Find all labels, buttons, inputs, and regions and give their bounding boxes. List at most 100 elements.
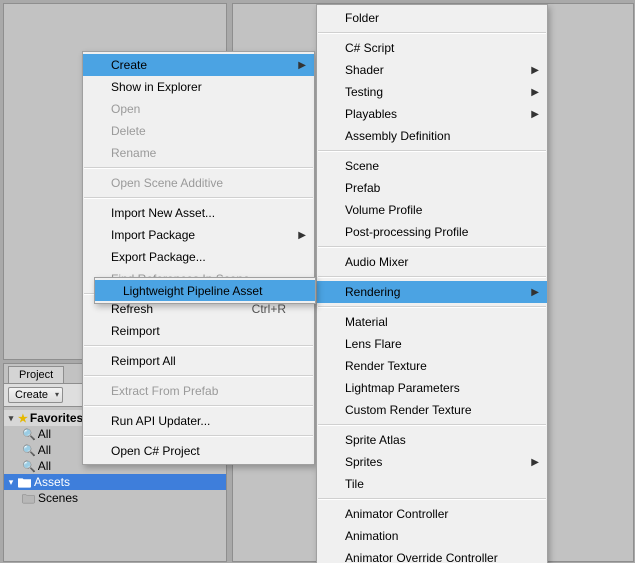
menu-separator (318, 150, 546, 152)
menu-item-import-new-asset[interactable]: Import New Asset... (83, 202, 314, 224)
tree-assets[interactable]: ▾ Assets (4, 474, 226, 490)
menu-item-testing[interactable]: Testing ▶ (317, 81, 547, 103)
menu-item-volume-profile[interactable]: Volume Profile (317, 199, 547, 221)
menu-item-animation[interactable]: Animation (317, 525, 547, 547)
menu-item-shortcut: Ctrl+R (252, 302, 286, 316)
star-icon: ★ (18, 412, 28, 425)
menu-item-tile[interactable]: Tile (317, 473, 547, 495)
tree-label: Favorites (30, 411, 83, 425)
menu-item-open-scene-additive[interactable]: Open Scene Additive (83, 172, 314, 194)
menu-item-label: Assembly Definition (345, 129, 450, 143)
folder-icon (18, 477, 32, 488)
menu-item-label: Delete (111, 124, 146, 138)
project-tab[interactable]: Project (8, 366, 64, 383)
menu-item-label: Animator Controller (345, 507, 448, 521)
search-icon: 🔍 (22, 460, 36, 473)
menu-item-label: Sprite Atlas (345, 433, 406, 447)
menu-item-label: Open (111, 102, 140, 116)
menu-item-export-package[interactable]: Export Package... (83, 246, 314, 268)
menu-item-label: Sprites (345, 455, 382, 469)
menu-item-label: Post-processing Profile (345, 225, 468, 239)
menu-item-label: Lightweight Pipeline Asset (123, 284, 262, 298)
menu-item-shader[interactable]: Shader▶ (317, 59, 547, 81)
menu-separator (84, 435, 313, 437)
menu-item-label: Testing (345, 85, 383, 99)
submenu-arrow-icon: ▶ (531, 87, 539, 98)
submenu-arrow-icon: ▶ (531, 287, 539, 298)
menu-item-label: Open Scene Additive (111, 176, 223, 190)
menu-item-rename[interactable]: Rename (83, 142, 314, 164)
menu-item-lightmap-parameters[interactable]: Lightmap Parameters (317, 377, 547, 399)
menu-item-delete[interactable]: Delete (83, 120, 314, 142)
menu-separator (84, 375, 313, 377)
menu-item-prefab[interactable]: Prefab (317, 177, 547, 199)
menu-item-folder[interactable]: Folder (317, 7, 547, 29)
submenu-arrow-icon: ▶ (531, 457, 539, 468)
menu-item-lightweight-pipeline-asset[interactable]: Lightweight Pipeline Asset (95, 280, 315, 301)
menu-item-label: Rename (111, 146, 156, 160)
menu-item-label: Extract From Prefab (111, 384, 218, 398)
menu-separator (318, 276, 546, 278)
expand-toggle-icon[interactable]: ▾ (6, 477, 16, 488)
submenu-arrow-icon: ▶ (531, 109, 539, 120)
menu-item-label: Lens Flare (345, 337, 402, 351)
menu-item-material[interactable]: Material (317, 311, 547, 333)
menu-item-open-cs-project[interactable]: Open C# Project (83, 440, 314, 462)
menu-item-sprite-atlas[interactable]: Sprite Atlas (317, 429, 547, 451)
menu-item-label: Audio Mixer (345, 255, 408, 269)
menu-item-label: Animation (345, 529, 398, 543)
menu-item-reimport[interactable]: Reimport (83, 320, 314, 342)
menu-item-open[interactable]: Open (83, 98, 314, 120)
menu-item-label: Run API Updater... (111, 414, 210, 428)
menu-separator (84, 167, 313, 169)
expand-toggle-icon[interactable]: ▾ (6, 413, 16, 424)
menu-item-label: Import Package (111, 228, 195, 242)
menu-item-post-processing-profile[interactable]: Post-processing Profile (317, 221, 547, 243)
menu-item-label: Shader (345, 63, 384, 77)
menu-item-label: Tile (345, 477, 364, 491)
menu-item-label: Volume Profile (345, 203, 422, 217)
menu-item-assembly-definition[interactable]: Assembly Definition (317, 125, 547, 147)
menu-item-audio-mixer[interactable]: Audio Mixer (317, 251, 547, 273)
menu-item-run-api-updater[interactable]: Run API Updater... (83, 410, 314, 432)
submenu-arrow-icon: ▶ (298, 230, 306, 241)
menu-item-animator-override-controller[interactable]: Animator Override Controller (317, 547, 547, 563)
menu-item-label: Open C# Project (111, 444, 200, 458)
menu-item-label: Lightmap Parameters (345, 381, 460, 395)
submenu-arrow-icon: ▶ (298, 60, 306, 71)
context-menu-main: Create ▶ Show in Explorer Open Delete Re… (82, 51, 315, 465)
menu-item-scene[interactable]: Scene (317, 155, 547, 177)
menu-item-animator-controller[interactable]: Animator Controller (317, 503, 547, 525)
menu-item-sprites[interactable]: Sprites ▶ (317, 451, 547, 473)
menu-item-label: C# Script (345, 41, 394, 55)
menu-item-label: Import New Asset... (111, 206, 215, 220)
menu-separator (84, 345, 313, 347)
menu-item-label: Export Package... (111, 250, 206, 264)
menu-item-custom-render-texture[interactable]: Custom Render Texture (317, 399, 547, 421)
create-dropdown-button[interactable]: Create (8, 387, 63, 403)
menu-item-label: Render Texture (345, 359, 427, 373)
menu-item-cs-script[interactable]: C# Script (317, 37, 547, 59)
tree-label: All (38, 427, 51, 441)
menu-item-label: Prefab (345, 181, 380, 195)
menu-item-extract-from-prefab[interactable]: Extract From Prefab (83, 380, 314, 402)
menu-separator (84, 405, 313, 407)
menu-separator (84, 197, 313, 199)
menu-item-render-texture[interactable]: Render Texture (317, 355, 547, 377)
menu-item-label: Reimport All (111, 354, 176, 368)
menu-item-playables[interactable]: Playables▶ (317, 103, 547, 125)
menu-item-create[interactable]: Create ▶ (83, 54, 314, 76)
menu-item-label: Material (345, 315, 388, 329)
tree-scenes[interactable]: Scenes (4, 490, 226, 506)
menu-item-label: Create (111, 58, 147, 72)
menu-item-label: Rendering (345, 285, 400, 299)
menu-item-reimport-all[interactable]: Reimport All (83, 350, 314, 372)
menu-item-label: Reimport (111, 324, 160, 338)
menu-separator (318, 306, 546, 308)
menu-item-rendering[interactable]: Rendering ▶ (317, 281, 547, 303)
menu-item-show-in-explorer[interactable]: Show in Explorer (83, 76, 314, 98)
menu-item-import-package[interactable]: Import Package ▶ (83, 224, 314, 246)
menu-item-label: Refresh (111, 302, 153, 316)
menu-item-lens-flare[interactable]: Lens Flare (317, 333, 547, 355)
tree-label: Scenes (38, 491, 78, 505)
